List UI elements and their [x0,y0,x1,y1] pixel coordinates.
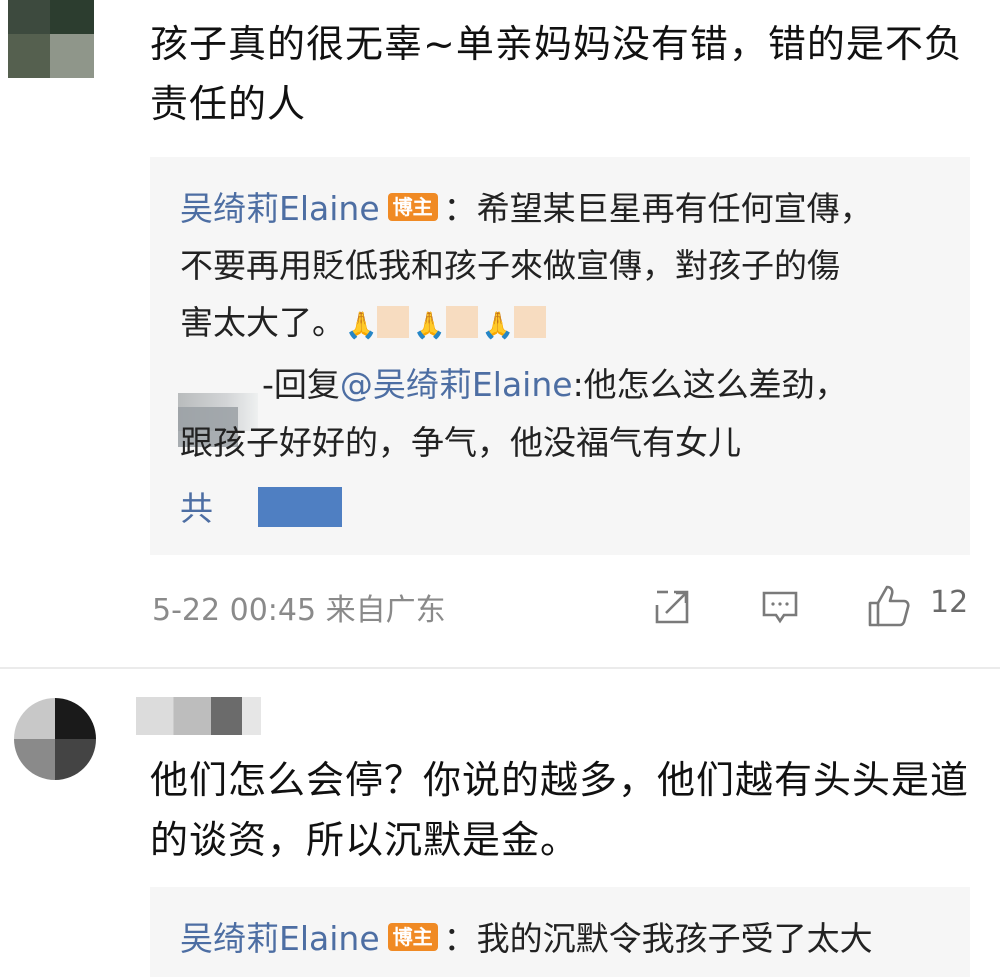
comment-icon[interactable] [760,587,800,627]
comment-divider [0,667,1000,669]
total-replies-link[interactable]: 共 [180,487,213,531]
reply-line: 跟孩子好好的，争气，他没福气有女儿 [180,423,741,462]
pray-emoji-icon: 🙏 [345,311,378,341]
like-icon[interactable] [866,583,912,629]
mention-link[interactable]: @吴绮莉Elaine [340,365,573,404]
comment-text: 他们怎么会停？你说的越多，他们越有头头是道的谈资，所以沉默是金。 [150,758,970,862]
reply-line: 吴绮莉Elaine 博主 ：希望某巨星再有任何宣傳， [180,189,873,228]
author-link[interactable]: 吴绮莉Elaine [180,919,380,958]
commenter-avatar[interactable] [14,698,96,780]
reply-line: 吴绮莉Elaine 博主 ：我的沉默令我孩子受了太大 [180,919,873,958]
like-count: 12 [930,585,969,620]
pray-emoji-icon: 🙏 [481,311,515,341]
author-link[interactable]: 吴绮莉Elaine [180,189,380,228]
commenter-avatar[interactable] [8,0,94,78]
emoji-placeholder-icon [514,305,547,338]
reply-thread[interactable]: 吴绮莉Elaine 博主 ：我的沉默令我孩子受了太大 [150,887,970,977]
blogger-badge: 博主 [387,192,438,221]
reply-thread[interactable]: 吴绮莉Elaine 博主 ：希望某巨星再有任何宣傳， 不要再用貶低我和孩子來做宣傳，… [150,157,970,555]
emoji-placeholder-icon [445,305,478,338]
comment-text: 孩子真的很无辜~单亲妈妈没有错，错的是不负责任的人 [150,22,963,126]
comment-timestamp: 5-22 00:45 来自广东 [152,593,446,628]
reply-line: 害太大了。🙏 🙏 🙏 [180,301,550,348]
reply-line: 不要再用貶低我和孩子來做宣傳，對孩子的傷 [180,246,840,285]
blurred-reply-count[interactable] [258,487,342,527]
emoji-placeholder-icon [377,305,410,338]
blogger-badge: 博主 [387,922,438,951]
reply-line: -回复@吴绮莉Elaine:他怎么这么差劲， [262,365,848,404]
blurred-username[interactable] [136,697,261,735]
pray-emoji-icon: 🙏 [413,311,446,341]
share-icon[interactable] [652,587,692,627]
